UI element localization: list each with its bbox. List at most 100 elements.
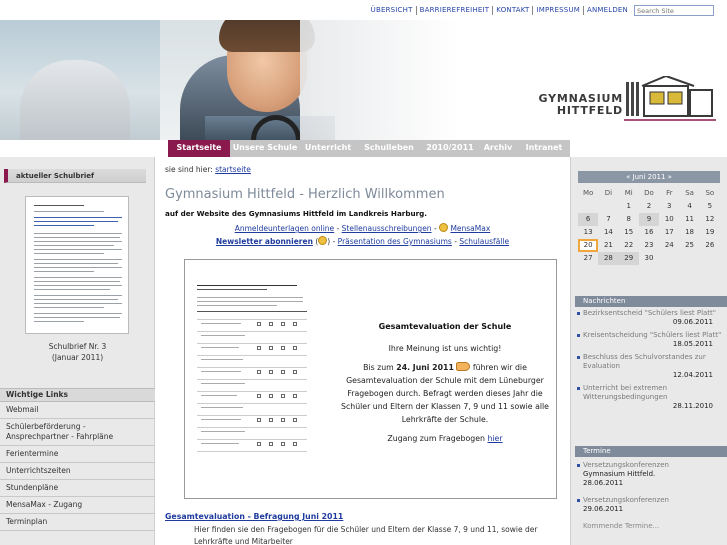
logo-wordmark: GYMNASIUM HITTFELD [528, 93, 623, 117]
calendar-day[interactable]: 12 [700, 213, 720, 226]
calendar-empty-cell [598, 200, 618, 213]
calendar-weekday: Do [644, 189, 654, 197]
nav-archiv[interactable]: Archiv [478, 140, 518, 157]
breadcrumb: sie sind hier: startseite [165, 165, 251, 174]
calendar-weekday: Mi [624, 189, 633, 197]
nachrichten-list: Bezirksentscheid "Schülers liest Platt" … [575, 309, 725, 415]
nav-2010-2011[interactable]: 2010/2011 [422, 140, 478, 157]
link-uebersicht[interactable]: ÜBERSICHT [368, 6, 416, 15]
calendar-day[interactable]: 15 [619, 226, 639, 239]
utility-links: ÜBERSICHT BARRIEREFREIHEIT KONTAKT IMPRE… [368, 6, 631, 15]
link-impressum[interactable]: IMPRESSUM [532, 6, 582, 15]
link-mensamax-zugang[interactable]: MensaMax - Zugang [0, 497, 155, 514]
calendar-weekday: So [705, 189, 715, 197]
link-newsletter[interactable]: Newsletter abonnieren [216, 237, 313, 246]
main-navigation: Startseite Unsere Schule Unterricht Schu… [0, 140, 727, 157]
breadcrumb-label: sie sind hier: [165, 165, 213, 174]
evaluation-tagline: Ihre Meinung ist uns wichtig! [388, 344, 502, 353]
calendar-day[interactable]: 14 [598, 226, 618, 239]
news-item[interactable]: Beschluss des Schulvorstandes zur Evalua… [575, 353, 725, 380]
link-ferientermine[interactable]: Ferientermine [0, 446, 155, 463]
right-sidebar: « Juni 2011 » Mo Di Mi Do Fr Sa So 1 2 3 4 5 6 7 8 9 10 1… [570, 157, 727, 545]
calendar-day[interactable]: 30 [639, 252, 659, 265]
logo-line-2: HITTFELD [556, 104, 623, 117]
school-logo[interactable]: GYMNASIUM HITTFELD [528, 68, 718, 140]
calendar-day[interactable]: 1 [619, 200, 639, 213]
link-kontakt[interactable]: KONTAKT [492, 6, 532, 15]
schulbrief-title: aktueller Schulbrief [4, 169, 146, 183]
schulbrief-date: (Januar 2011) [51, 353, 104, 362]
calendar-empty-cell [659, 252, 679, 265]
evaluation-title: Gesamtevaluation der Schule [378, 322, 512, 331]
calendar-widget: « Juni 2011 » Mo Di Mi Do Fr Sa So 1 2 3 4 5 6 7 8 9 10 1… [578, 171, 720, 265]
calendar-day[interactable]: 19 [700, 226, 720, 239]
calendar-day[interactable]: 28 [598, 252, 619, 265]
link-schulausfaelle[interactable]: Schulausfälle [459, 237, 509, 246]
news-item[interactable]: Bezirksentscheid "Schülers liest Platt" … [575, 309, 725, 327]
calendar-day[interactable]: 18 [679, 226, 699, 239]
calendar-weekday: Mo [582, 189, 594, 197]
breadcrumb-link-startseite[interactable]: startseite [215, 165, 251, 174]
calendar-day[interactable]: 13 [578, 226, 598, 239]
calendar-day[interactable]: 8 [619, 213, 639, 226]
link-terminplan[interactable]: Terminplan [0, 514, 155, 531]
nav-schulleben[interactable]: Schulleben [356, 140, 422, 157]
nav-intranet[interactable]: Intranet [518, 140, 570, 157]
calendar-weekday: Sa [685, 189, 694, 197]
evaluation-text: Ihre Meinung ist uns wichtig! Bis zum 24… [335, 342, 555, 445]
news-item[interactable]: Kreisentscheidung "Schülers liest Platt"… [575, 331, 725, 349]
nav-unsere-schule[interactable]: Unsere Schule [230, 140, 300, 157]
calendar-day[interactable]: 29 [618, 252, 639, 265]
calendar-day[interactable]: 6 [578, 213, 599, 226]
quick-links-row-2: Newsletter abonnieren () - Präsentation … [215, 236, 510, 246]
link-stundenplaene[interactable]: Stundenpläne [0, 480, 155, 497]
calendar-day[interactable]: 22 [619, 239, 639, 252]
termin-item[interactable]: Versetzungskonferenzen Gymnasium Hittfel… [575, 461, 725, 488]
link-unterrichtszeiten[interactable]: Unterrichtszeiten [0, 463, 155, 480]
link-anmeldeunterlagen[interactable]: Anmeldeunterlagen online [235, 224, 334, 233]
header-banner: GYMNASIUM HITTFELD [0, 20, 727, 140]
calendar-day[interactable]: 25 [679, 239, 699, 252]
calendar-day[interactable]: 10 [659, 213, 679, 226]
nav-unterricht[interactable]: Unterricht [300, 140, 356, 157]
calendar-day[interactable]: 16 [639, 226, 659, 239]
termin-item[interactable]: Versetzungskonferenzen 29.06.2011 [575, 496, 725, 514]
news-item[interactable]: Unterricht bei extremen Witterungsbeding… [575, 384, 725, 411]
calendar-weekday: Fr [666, 189, 673, 197]
link-praesentation[interactable]: Präsentation des Gymnasiums [338, 237, 452, 246]
calendar-day[interactable]: 17 [659, 226, 679, 239]
calendar-day[interactable]: 21 [598, 239, 618, 252]
search-input[interactable] [634, 5, 714, 16]
calendar-day[interactable]: 7 [598, 213, 618, 226]
calendar-day[interactable]: 5 [700, 200, 720, 213]
banner-photo-student-left [0, 20, 160, 140]
termine-title: Termine [575, 446, 727, 457]
calendar-day[interactable]: 23 [639, 239, 659, 252]
questionnaire-link-hier[interactable]: hier [487, 434, 502, 443]
calendar-day-today[interactable]: 20 [578, 239, 599, 252]
calendar-day[interactable]: 11 [679, 213, 699, 226]
calendar-day[interactable]: 3 [659, 200, 679, 213]
calendar-day[interactable]: 9 [638, 213, 660, 226]
calendar-day[interactable]: 26 [700, 239, 720, 252]
upcoming-events-link[interactable]: Kommende Termine... [575, 522, 725, 531]
questionnaire-access: Zugang zum Fragebogen hier [387, 434, 503, 443]
link-webmail[interactable]: Webmail [0, 402, 155, 419]
questionnaire-thumbnail[interactable] [191, 277, 311, 467]
link-schuelerbefoerderung[interactable]: Schülerbeförderung - Ansprechpartner - F… [0, 419, 155, 446]
link-mensamax[interactable]: MensaMax [450, 224, 490, 233]
nav-startseite[interactable]: Startseite [168, 140, 230, 157]
calendar-day[interactable]: 27 [578, 252, 598, 265]
calendar-day[interactable]: 2 [639, 200, 659, 213]
building-logo-icon [624, 76, 716, 121]
link-anmelden[interactable]: ANMELDEN [582, 6, 631, 15]
calendar-day[interactable]: 4 [679, 200, 699, 213]
link-barrierefreiheit[interactable]: BARRIEREFREIHEIT [415, 6, 493, 15]
news-headline-link[interactable]: Gesamtevaluation - Befragung Juni 2011 [165, 512, 343, 521]
calendar-weekday: Di [604, 189, 613, 197]
page-title: Gymnasium Hittfeld - Herzlich Willkommen [165, 187, 445, 202]
link-stellenausschreibungen[interactable]: Stellenausschreibungen [342, 224, 432, 233]
schulbrief-thumbnail[interactable] [25, 196, 129, 334]
calendar-day[interactable]: 24 [659, 239, 679, 252]
calendar-month-header[interactable]: « Juni 2011 » [578, 171, 720, 183]
